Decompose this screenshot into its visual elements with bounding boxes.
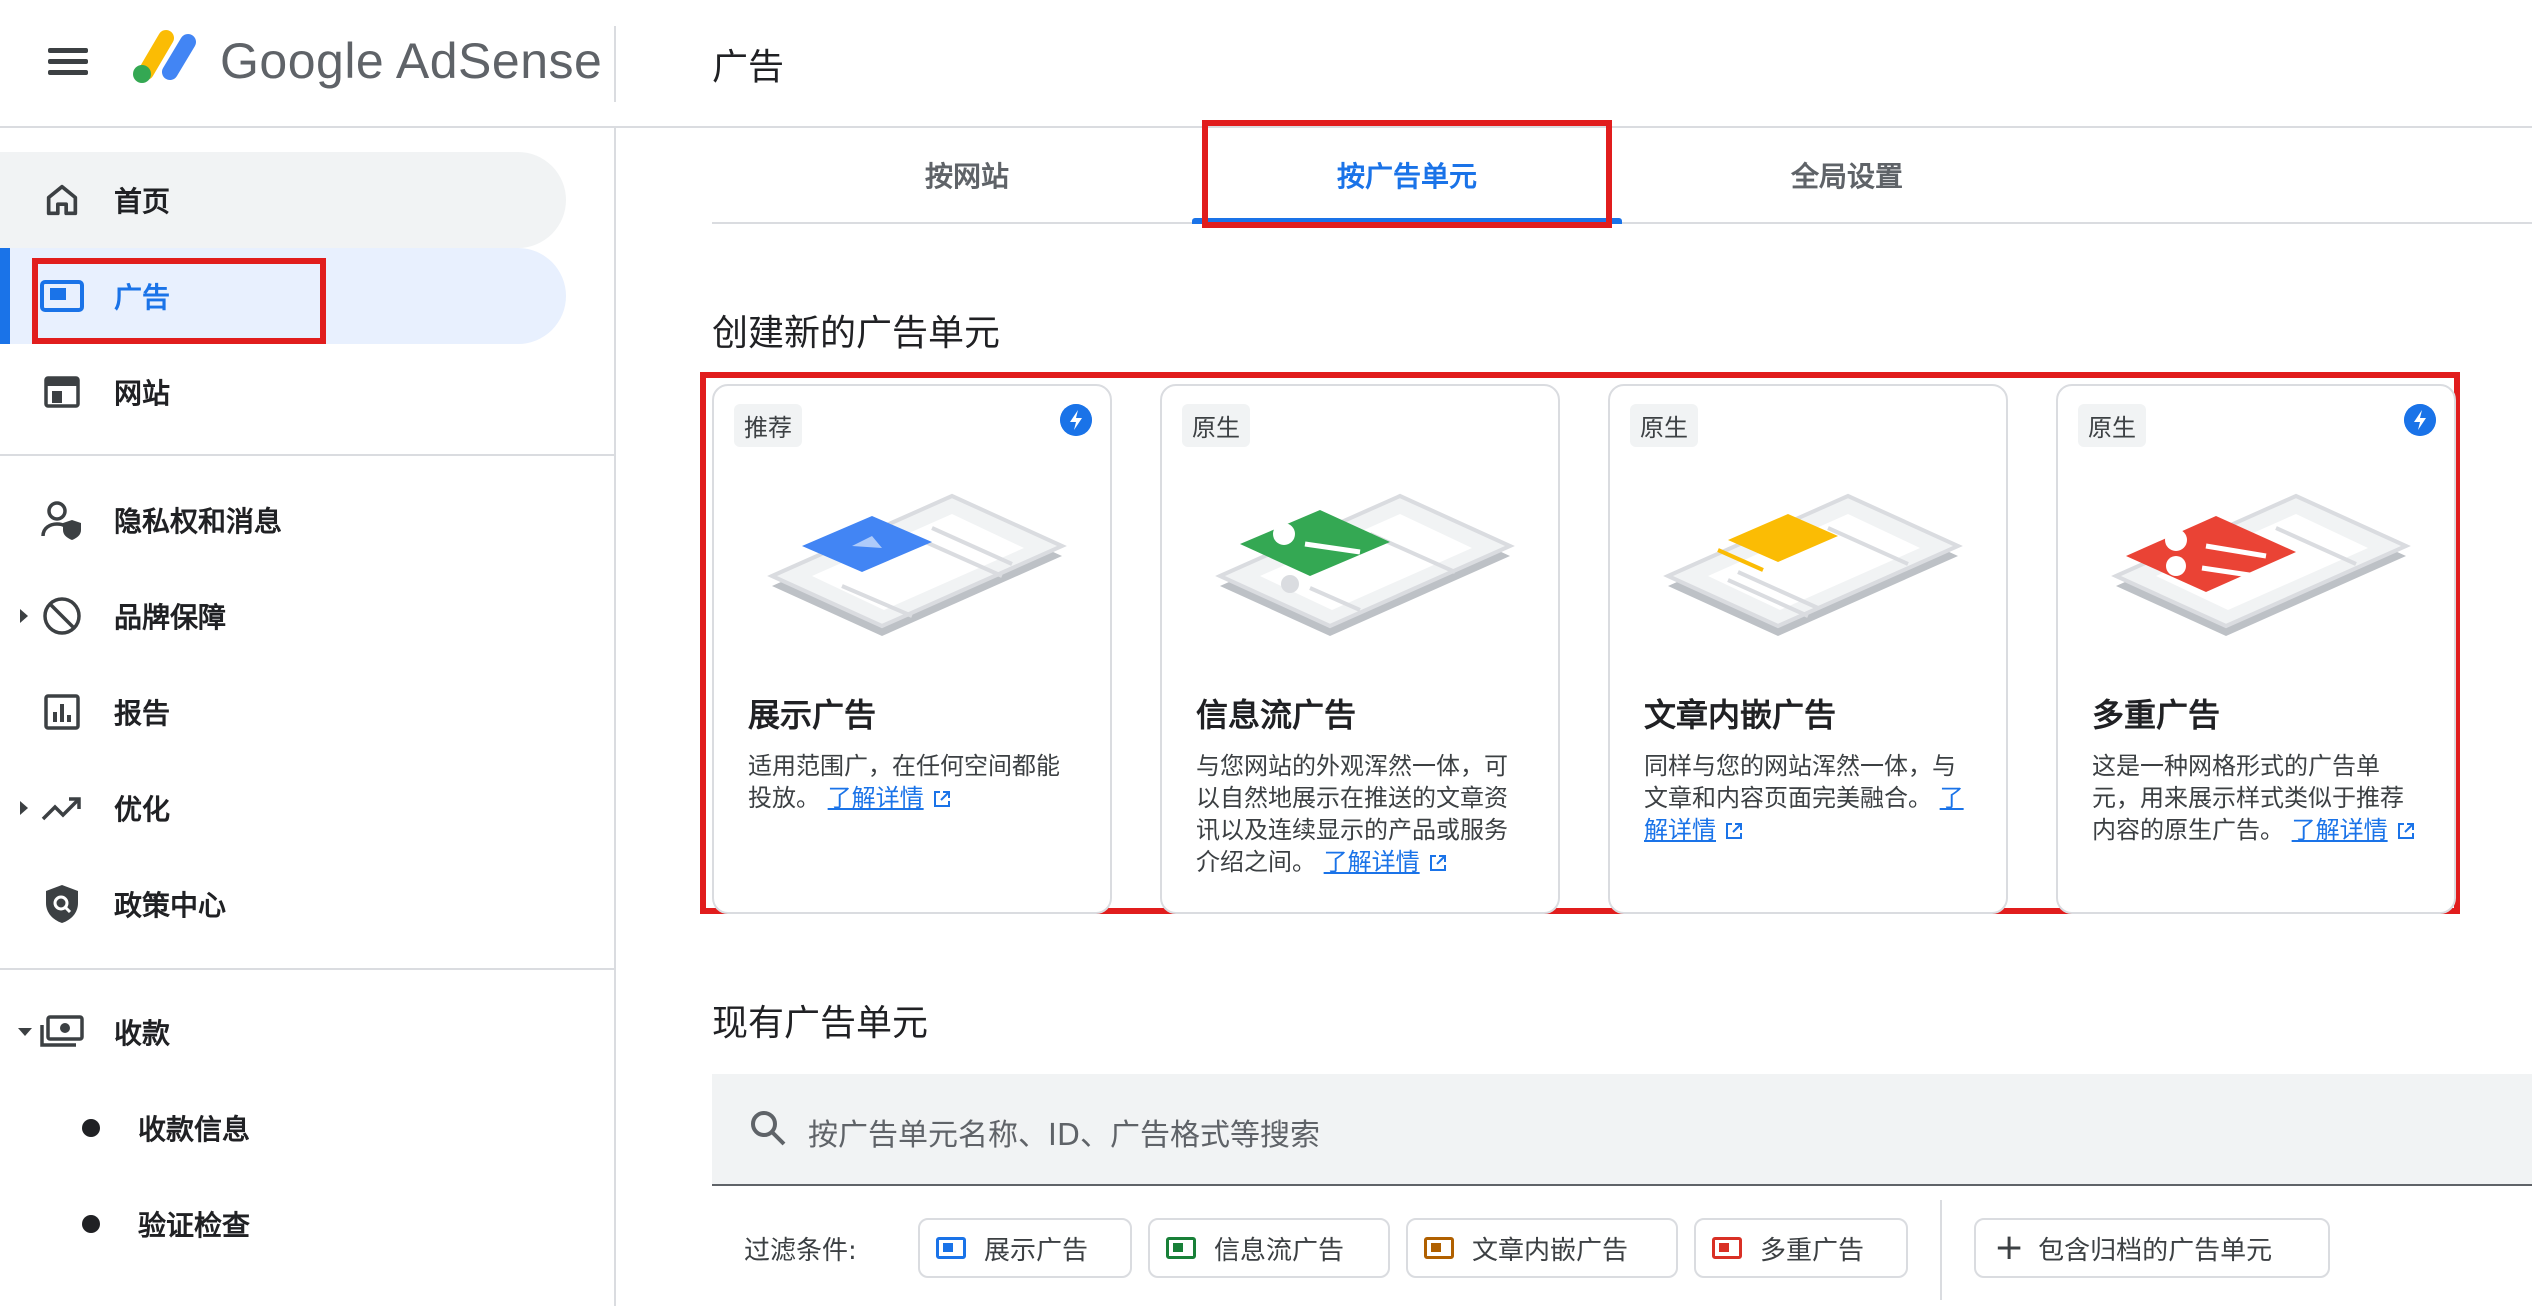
bolt-icon [2404, 404, 2436, 436]
card-description: 这是一种网格形式的广告单元，用来展示样式类似于推荐内容的原生广告。 了解详情 [2092, 750, 2422, 846]
create-section-title: 创建新的广告单元 [712, 313, 1001, 354]
ad-type-card-multiplex[interactable]: 原生 多重广告 这是一种网格形式的广告单元，用来展示样式类似于推荐内容的原生广告… [2056, 384, 2456, 914]
external-link-icon [1429, 855, 1446, 871]
sidebar-item-reports[interactable]: 报告 [0, 664, 566, 760]
topbar-divider [614, 26, 616, 102]
sidebar-item-privacy[interactable]: 隐私权和消息 [0, 472, 566, 568]
tab-by-site[interactable]: 按网站 [752, 128, 1182, 222]
brand-name: Google AdSense [220, 33, 603, 89]
menu-icon[interactable] [44, 42, 92, 84]
sidebar-item-label: 广告 [114, 281, 171, 314]
sidebar-item-label: 报告 [114, 697, 171, 730]
plus-icon: + [1994, 1227, 2025, 1268]
top-app-bar: Google AdSense 广告 [0, 0, 2532, 128]
external-link-icon [2397, 823, 2414, 839]
home-icon [40, 178, 84, 222]
ad-type-card-in-article[interactable]: 原生 文章内嵌广告 同样与您的网站浑然一体，与文章和内容页面完美融合。 了解详情 [1608, 384, 2008, 914]
sidebar-item-payments[interactable]: 收款 [0, 984, 566, 1080]
sidebar-item-label: 首页 [114, 185, 171, 218]
card-title: 展示广告 [748, 696, 877, 734]
card-description: 与您网站的外观浑然一体，可以自然地展示在推送的文章资讯以及连续显示的产品或服务介… [1196, 752, 1508, 876]
learn-more-link[interactable]: 了解详情 [1324, 848, 1420, 876]
filter-chip-multiplex[interactable]: 多重广告 [1694, 1218, 1908, 1278]
card-badge: 推荐 [734, 404, 802, 447]
filter-chip-in-article[interactable]: 文章内嵌广告 [1406, 1218, 1678, 1278]
card-title: 文章内嵌广告 [1644, 696, 1837, 734]
sidebar-item-label: 优化 [114, 793, 171, 826]
ads-icon [40, 274, 84, 318]
bullet-icon [82, 1119, 100, 1137]
sidebar-item-brand-safety[interactable]: 品牌保障 [0, 568, 566, 664]
learn-more-link[interactable]: 了解详情 [828, 784, 924, 812]
sidebar-subitem-verification[interactable]: 验证检查 [0, 1176, 566, 1272]
learn-more-link[interactable]: 了解详情 [2292, 816, 2388, 844]
card-badge: 原生 [2078, 404, 2146, 447]
expand-caret-icon[interactable] [20, 609, 28, 623]
sidebar-item-ads[interactable]: 广告 [0, 248, 566, 344]
display-ad-icon [936, 1237, 966, 1259]
in-article-ad-illustration [1663, 493, 1963, 636]
card-title: 信息流广告 [1196, 696, 1357, 734]
adsense-logo-icon [133, 30, 196, 83]
multiplex-ad-illustration [2111, 493, 2411, 636]
card-title: 多重广告 [2092, 696, 2221, 734]
sidebar-item-label: 验证检查 [138, 1209, 251, 1242]
include-archived-chip[interactable]: + 包含归档的广告单元 [1974, 1218, 2330, 1278]
sites-icon [40, 370, 84, 414]
sidebar-item-policy-center[interactable]: 政策中心 [0, 856, 566, 952]
reports-icon [40, 690, 84, 734]
expand-caret-icon[interactable] [20, 801, 28, 815]
bolt-icon [1060, 404, 1092, 436]
filter-chip-in-feed[interactable]: 信息流广告 [1148, 1218, 1390, 1278]
in-article-ad-icon [1424, 1237, 1454, 1259]
sidebar-subitem-payment-info[interactable]: 收款信息 [0, 1080, 566, 1176]
card-badge: 原生 [1630, 404, 1698, 447]
sidebar-item-label: 政策中心 [114, 889, 227, 922]
sidebar-divider [0, 968, 614, 970]
external-link-icon [1726, 823, 1742, 839]
external-link-icon [933, 791, 950, 807]
ad-type-card-in-feed[interactable]: 原生 信息流广告 与您网站的外观浑然一体，可以自然地展示在推送的文章资讯以及连续… [1160, 384, 1560, 914]
card-description: 适用范围广，在任何空间都能投放。 了解详情 [748, 752, 1060, 812]
ad-type-card-display[interactable]: 推荐 展示广告 适用范围广，在任何空间都能投放。 了解详情 [712, 384, 1112, 914]
trending-icon [40, 786, 84, 830]
sidebar: 首页 广告 网站 隐私权和消息 品牌保障 报告 优化 政策中心 收款 收款信息 … [0, 128, 616, 1306]
in-feed-ad-illustration [1215, 493, 1515, 636]
existing-section-title: 现有广告单元 [712, 1003, 929, 1044]
page-title: 广告 [712, 47, 785, 88]
filter-divider [1940, 1200, 1942, 1300]
sidebar-divider [0, 454, 614, 456]
in-feed-ad-icon [1166, 1237, 1196, 1259]
ad-unit-search-input[interactable]: 按广告单元名称、ID、广告格式等搜索 [712, 1074, 2532, 1186]
search-icon [751, 1111, 786, 1146]
sidebar-item-sites[interactable]: 网站 [0, 344, 566, 440]
payments-icon [40, 1010, 84, 1054]
policy-shield-icon [40, 882, 84, 926]
sidebar-item-home[interactable]: 首页 [0, 152, 566, 248]
sidebar-item-optimization[interactable]: 优化 [0, 760, 566, 856]
filter-chip-display[interactable]: 展示广告 [918, 1218, 1132, 1278]
sidebar-item-label: 隐私权和消息 [114, 505, 283, 538]
card-description: 同样与您的网站浑然一体，与文章和内容页面完美融合。 了解详情 [1644, 752, 1964, 844]
sidebar-item-label: 品牌保障 [114, 601, 227, 634]
tab-bar: 按网站 按广告单元 全局设置 [712, 128, 2532, 224]
sidebar-item-label: 网站 [114, 377, 171, 410]
block-icon [40, 594, 84, 638]
card-badge: 原生 [1182, 404, 1250, 447]
sidebar-item-label: 收款信息 [138, 1113, 251, 1146]
filter-label: 过滤条件: [744, 1236, 857, 1266]
privacy-icon [40, 498, 84, 542]
display-ad-illustration [767, 493, 1067, 636]
collapse-caret-icon[interactable] [18, 1028, 32, 1036]
bullet-icon [82, 1215, 100, 1233]
sidebar-item-label: 收款 [114, 1017, 171, 1050]
tab-by-ad-unit[interactable]: 按广告单元 [1192, 128, 1622, 224]
multiplex-ad-icon [1712, 1237, 1742, 1259]
tab-global-settings[interactable]: 全局设置 [1632, 128, 2062, 222]
search-placeholder: 按广告单元名称、ID、广告格式等搜索 [808, 1118, 1320, 1153]
